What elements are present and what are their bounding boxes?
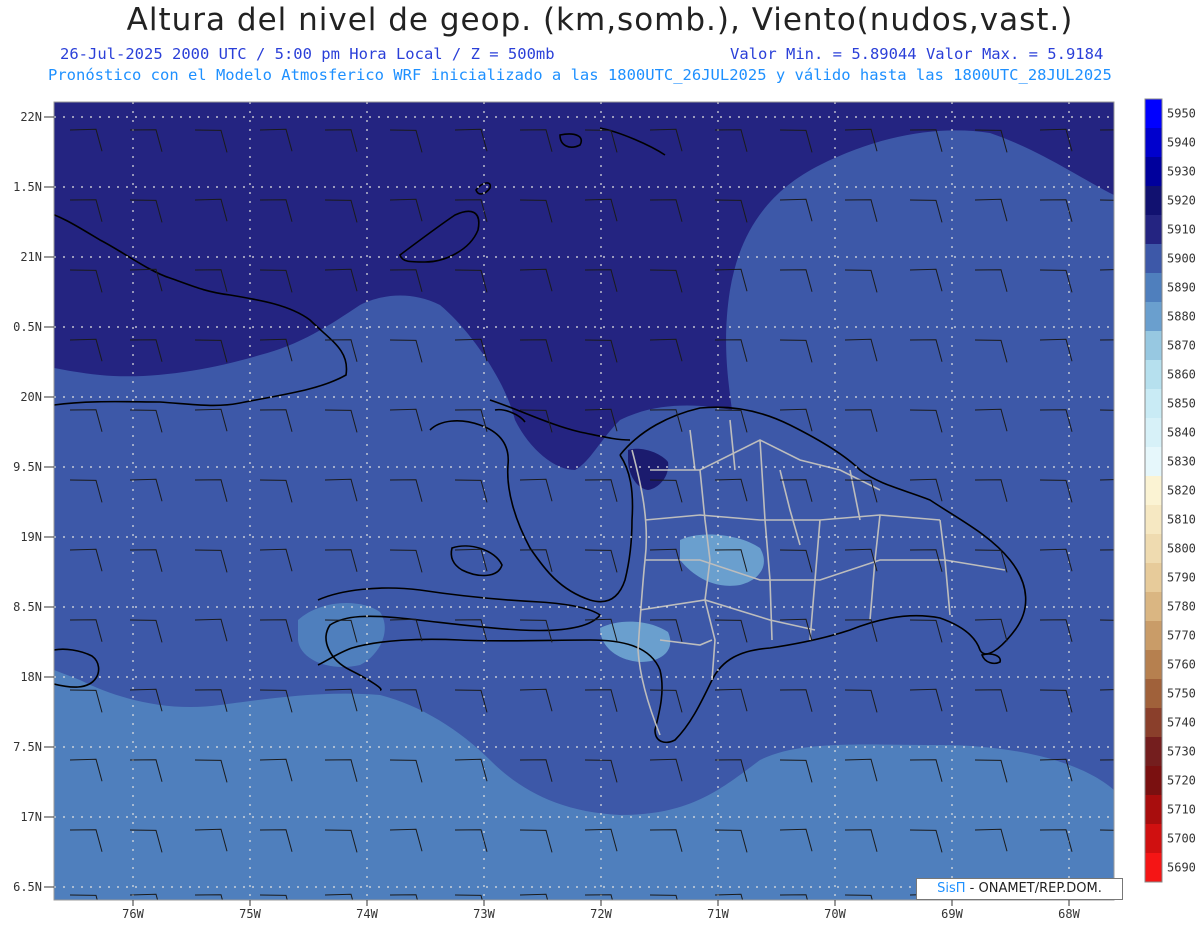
lat-label: 18N (20, 670, 42, 684)
colorbar-swatch (1145, 563, 1162, 592)
colorbar-swatch (1145, 302, 1162, 331)
colorbar-label: 5860 (1167, 368, 1196, 382)
colorbar-label: 5830 (1167, 455, 1196, 469)
colorbar-swatch (1145, 476, 1162, 505)
lat-label: 7.5N (13, 740, 42, 754)
colorbar-swatch (1145, 447, 1162, 476)
lon-label: 70W (824, 907, 846, 921)
map-panel (54, 102, 1114, 900)
lat-label: 1.5N (13, 180, 42, 194)
colorbar-swatch (1145, 128, 1162, 157)
colorbar-swatch (1145, 505, 1162, 534)
colorbar-swatch (1145, 853, 1162, 882)
colorbar-label: 5840 (1167, 426, 1196, 440)
map-figure: 22N 1.5N 21N 0.5N 20N 9.5N 19N 8.5N 18N … (13, 98, 1196, 921)
colorbar-swatch (1145, 389, 1162, 418)
colorbar-swatch (1145, 215, 1162, 244)
colorbar-label: 5850 (1167, 397, 1196, 411)
lat-label: 20N (20, 390, 42, 404)
colorbar-label: 5900 (1167, 252, 1196, 266)
lon-label: 68W (1058, 907, 1080, 921)
lon-label: 69W (941, 907, 963, 921)
lon-label: 71W (707, 907, 729, 921)
lat-label: 19N (20, 530, 42, 544)
lon-label: 73W (473, 907, 495, 921)
colorbar-swatch (1145, 679, 1162, 708)
colorbar-label: 5750 (1167, 687, 1196, 701)
colorbar-label: 5950 (1167, 107, 1196, 121)
colorbar-label: 5790 (1167, 571, 1196, 585)
colorbar-swatch (1145, 244, 1162, 273)
colorbar-swatch (1145, 418, 1162, 447)
colorbar-swatch (1145, 186, 1162, 215)
latitude-axis: 22N 1.5N 21N 0.5N 20N 9.5N 19N 8.5N 18N … (13, 110, 42, 894)
longitude-axis: 76W 75W 74W 73W 72W 71W 70W 69W 68W (122, 907, 1080, 921)
lat-label: 8.5N (13, 600, 42, 614)
colorbar-swatch (1145, 534, 1162, 563)
colorbar-swatch (1145, 737, 1162, 766)
lon-label: 76W (122, 907, 144, 921)
colorbar-label: 5730 (1167, 745, 1196, 759)
colorbar-label: 5800 (1167, 542, 1196, 556)
colorbar-swatch (1145, 650, 1162, 679)
colorbar-label: 5940 (1167, 136, 1196, 150)
colorbar-swatch (1145, 273, 1162, 302)
colorbar-label: 5720 (1167, 774, 1196, 788)
colorbar-label: 5710 (1167, 803, 1196, 817)
colorbar-swatch (1145, 157, 1162, 186)
colorbar-swatch (1145, 795, 1162, 824)
colorbar-label: 5740 (1167, 716, 1196, 730)
colorbar: 5950 5940 5930 5920 5910 5900 5890 5880 5870 5860… (1144, 98, 1196, 883)
colorbar-label: 5930 (1167, 165, 1196, 179)
lat-label: 21N (20, 250, 42, 264)
sispi-logo-text: SisΠ (937, 881, 966, 896)
colorbar-swatch (1145, 824, 1162, 853)
credit-box: SisΠ - ONAMET/REP.DOM. (916, 878, 1123, 900)
lat-label: 0.5N (13, 320, 42, 334)
colorbar-label: 5880 (1167, 310, 1196, 324)
longitude-ticks (132, 900, 1070, 906)
lon-label: 72W (590, 907, 612, 921)
colorbar-swatch (1145, 766, 1162, 795)
lat-label: 17N (20, 810, 42, 824)
colorbar-swatch (1145, 360, 1162, 389)
colorbar-label: 5690 (1167, 861, 1196, 875)
colorbar-label: 5810 (1167, 513, 1196, 527)
lon-label: 75W (239, 907, 261, 921)
lat-label: 6.5N (13, 880, 42, 894)
colorbar-swatch (1145, 621, 1162, 650)
colorbar-label: 5780 (1167, 600, 1196, 614)
colorbar-swatch (1145, 592, 1162, 621)
credit-text: - ONAMET/REP.DOM. (965, 881, 1102, 896)
colorbar-label: 5870 (1167, 339, 1196, 353)
colorbar-label: 5700 (1167, 832, 1196, 846)
latitude-ticks (44, 116, 54, 888)
colorbar-swatch (1145, 708, 1162, 737)
colorbar-label: 5890 (1167, 281, 1196, 295)
lat-label: 9.5N (13, 460, 42, 474)
colorbar-swatch (1145, 99, 1162, 128)
colorbar-label: 5910 (1167, 223, 1196, 237)
lon-label: 74W (356, 907, 378, 921)
colorbar-label: 5920 (1167, 194, 1196, 208)
colorbar-label: 5820 (1167, 484, 1196, 498)
colorbar-swatch (1145, 331, 1162, 360)
lat-label: 22N (20, 110, 42, 124)
colorbar-label: 5770 (1167, 629, 1196, 643)
colorbar-label: 5760 (1167, 658, 1196, 672)
